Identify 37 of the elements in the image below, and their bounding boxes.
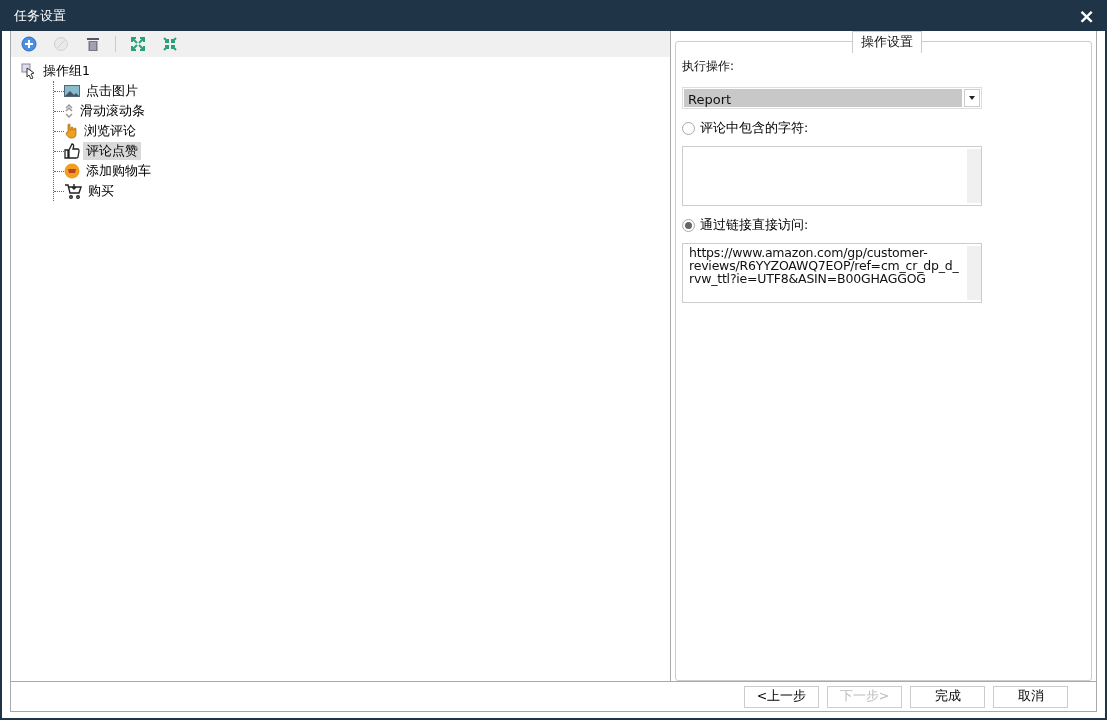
scrollbar[interactable] <box>967 148 981 203</box>
scroll-icon <box>64 103 74 119</box>
wizard-button[interactable]: 完成 <box>910 685 985 708</box>
collapse-icon <box>162 36 178 52</box>
tree-item[interactable]: 浏览评论 <box>81 122 139 140</box>
tree-item[interactable]: 点击图片 <box>83 82 141 100</box>
wizard-button[interactable]: 取消 <box>993 685 1068 708</box>
trash-icon <box>86 36 100 52</box>
action-label: 执行操作: <box>682 58 736 75</box>
radio-option[interactable]: 通过链接直接访问: <box>682 215 809 235</box>
cart-icon <box>64 183 82 199</box>
tree-item[interactable]: 购买 <box>85 182 117 200</box>
picture-icon <box>64 84 80 98</box>
add-icon <box>21 36 37 52</box>
cursor-icon <box>21 63 37 79</box>
text-value: https://www.amazon.com/gp/customer-reviews/R6YYZOAWQ7EOP/ref=cm_cr_dp_d_rvw_ttl?ie=UTF8&ASIN=B00GHAGGOG <box>689 245 960 288</box>
thumbs-up-icon <box>64 143 80 159</box>
action-dropdown[interactable]: Report <box>682 87 982 109</box>
radio-option[interactable]: 评论中包含的字符: <box>682 119 809 138</box>
tree-item[interactable]: 滑动滚动条 <box>77 102 148 120</box>
wizard-button[interactable]: <上一步 <box>744 685 819 708</box>
panel-legend: 操作设置 <box>852 31 922 53</box>
tree-item[interactable]: 评论点赞 <box>83 142 141 160</box>
cart-badge-icon <box>64 163 80 179</box>
close-button[interactable]: × <box>1078 5 1095 26</box>
hand-icon <box>64 123 78 139</box>
dropdown-arrow-icon <box>969 96 975 100</box>
expand-icon <box>130 36 146 52</box>
tree-item[interactable]: 操作组1 <box>40 62 93 80</box>
tree-item[interactable]: 添加购物车 <box>83 162 154 180</box>
radio-label: 评论中包含的字符: <box>700 119 809 137</box>
scrollbar[interactable] <box>967 245 981 300</box>
window-title: 任务设置 <box>14 6 66 25</box>
text-area[interactable]: https://www.amazon.com/gp/customer-reviews/R6YYZOAWQ7EOP/ref=cm_cr_dp_d_rvw_ttl?ie=UTF8&ASIN=B00GHAGGOG <box>682 242 982 303</box>
text-area[interactable] <box>682 145 982 206</box>
block-icon <box>53 36 69 52</box>
radio-label: 通过链接直接访问: <box>700 215 809 234</box>
